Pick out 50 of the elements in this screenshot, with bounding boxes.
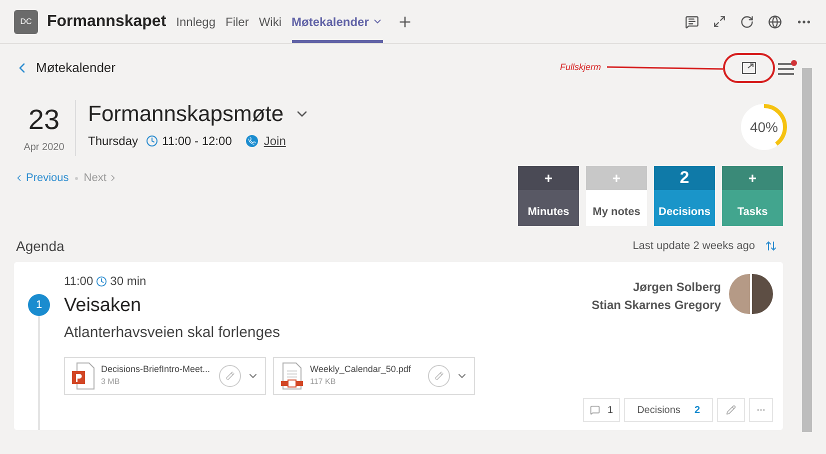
decisions-button[interactable]: Decisions 2: [624, 398, 713, 422]
presentation-file-icon: [71, 362, 95, 390]
fullscreen-icon[interactable]: [742, 62, 756, 74]
menu-icon[interactable]: [777, 62, 795, 76]
file-size: 3 MB: [101, 376, 121, 388]
back-link[interactable]: Møtekalender: [36, 58, 116, 78]
team-avatar: DC: [14, 10, 38, 34]
channel-tab[interactable]: Innlegg: [176, 0, 216, 43]
presenter-name: Stian Skarnes Gregory: [592, 297, 721, 314]
expand-icon[interactable]: [713, 15, 726, 28]
join-link[interactable]: Join: [264, 132, 286, 150]
team-title: Formannskapet: [47, 12, 166, 32]
file-size: 117 KB: [310, 376, 337, 388]
sort-icon[interactable]: [765, 240, 777, 252]
file-attachment[interactable]: Decisions-BriefIntro-Meet... 3 MB: [64, 356, 266, 394]
channel-tab[interactable]: Filer: [226, 0, 249, 43]
globe-icon[interactable]: [768, 14, 782, 28]
clock-icon: [96, 276, 108, 286]
meeting-month-year: Apr 2020: [24, 141, 64, 155]
file-name: Weekly_Calendar_50.pdf: [310, 362, 412, 376]
document-file-icon: [280, 362, 304, 390]
item-description: Atlanterhavsveien skal forlenges: [64, 323, 280, 343]
meeting-title: Formannskapsmøte: [88, 100, 284, 128]
progress-reading: 40%: [748, 118, 780, 136]
meeting-day: 23: [28, 104, 60, 136]
edit-icon: [726, 405, 736, 415]
scrollbar[interactable]: [802, 68, 812, 432]
agenda-number: 1: [28, 294, 50, 316]
refresh-icon[interactable]: [740, 14, 754, 28]
file-attachment[interactable]: Weekly_Calendar_50.pdf 117 KB: [273, 356, 475, 394]
agenda-heading: Agenda: [16, 236, 64, 256]
channel-tab[interactable]: Wiki: [258, 0, 282, 43]
channel-tab[interactable]: Møtekalender: [292, 0, 383, 43]
avatar-placeholder: [729, 274, 750, 314]
item-start-time: 11:00: [64, 273, 94, 290]
comment-icon: [590, 405, 600, 415]
chat-icon[interactable]: [685, 14, 699, 28]
comments-button[interactable]: 1: [582, 398, 620, 422]
avatar-placeholder: [752, 274, 773, 314]
phone-icon: [246, 135, 258, 147]
meeting-weekday: Thursday: [88, 133, 138, 150]
annotation-label: Fullskjerm: [560, 61, 601, 74]
clock-icon: [146, 135, 158, 147]
presenter-name: Jørgen Solberg: [632, 279, 721, 296]
add-tab-icon[interactable]: [396, 14, 413, 30]
item-title: Veisaken: [64, 294, 142, 318]
meeting-time: 11:00 - 12:00: [162, 133, 232, 150]
last-update-text: Last update 2 weeks ago: [632, 238, 755, 254]
file-name: Decisions-BriefIntro-Meet...: [101, 362, 212, 376]
item-duration: 30 min: [110, 273, 146, 290]
